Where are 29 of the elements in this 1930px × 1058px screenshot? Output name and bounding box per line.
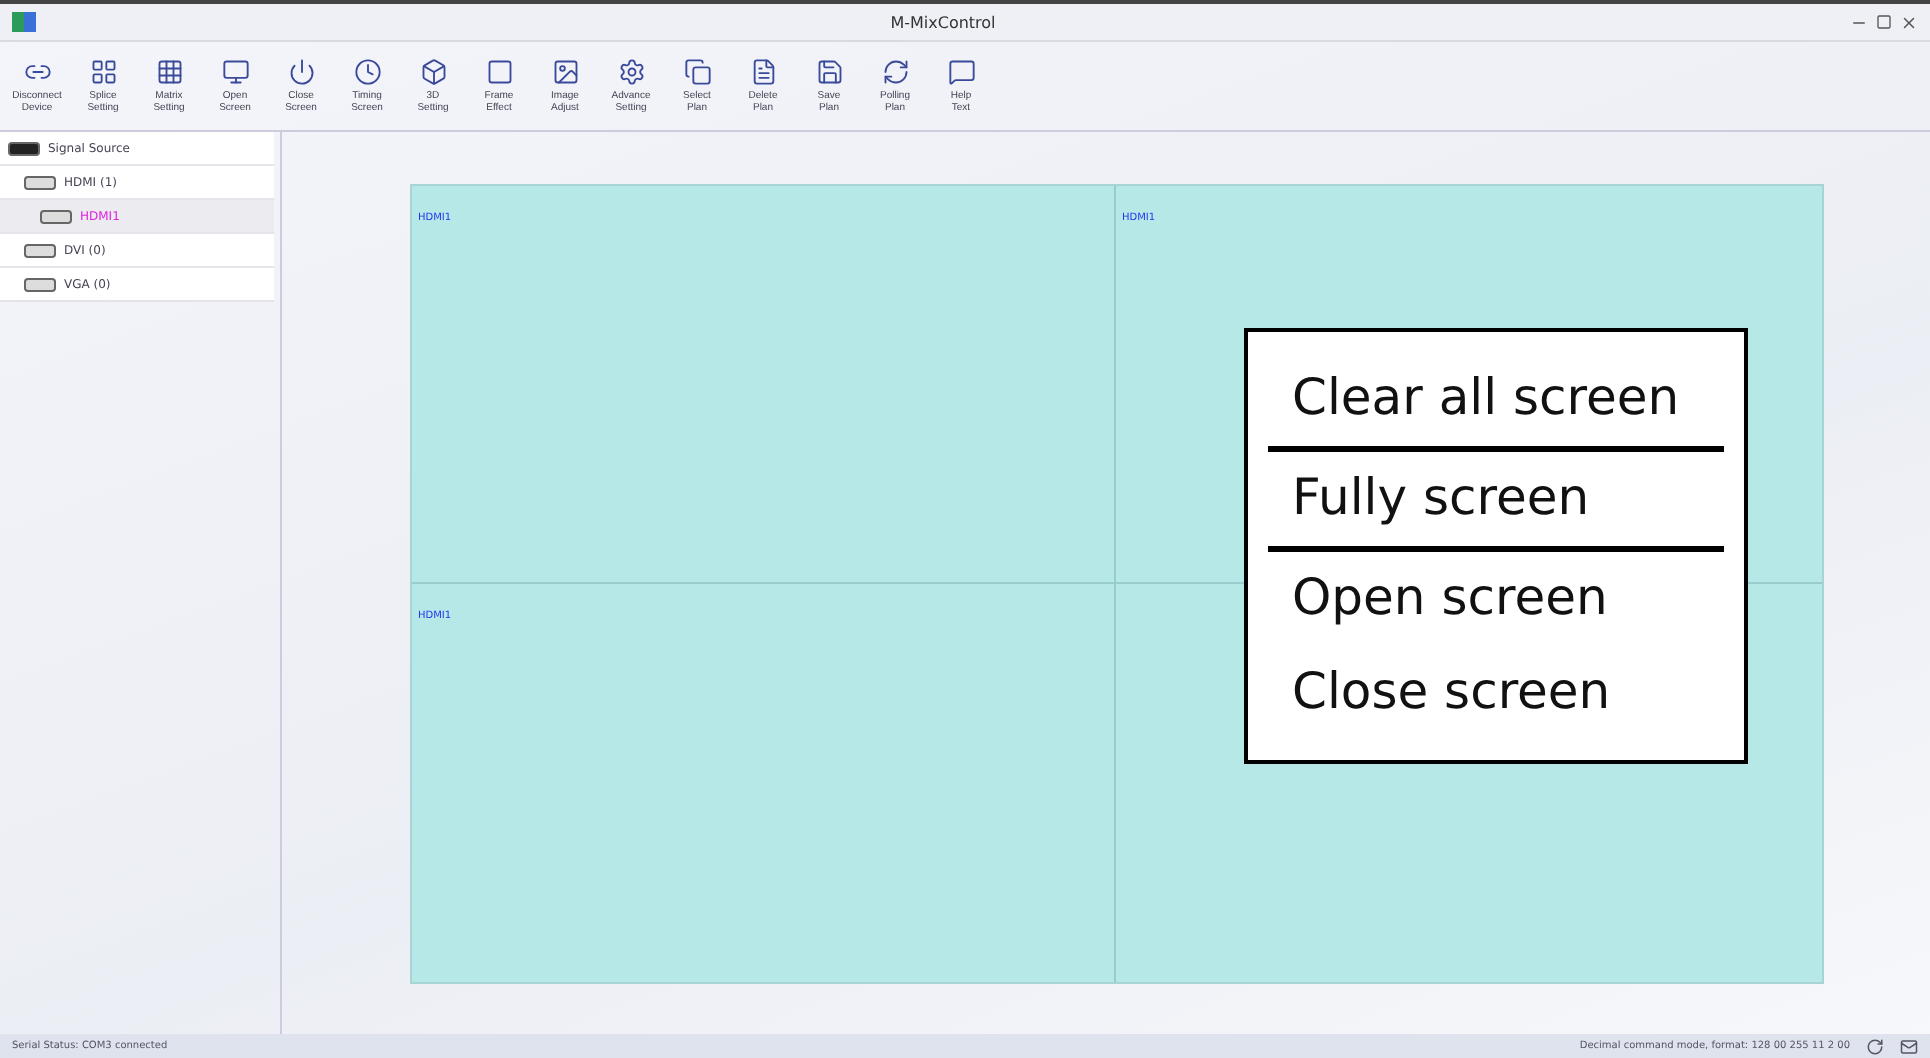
message-icon [947, 58, 975, 86]
menu-item[interactable]: Open screen [1268, 552, 1724, 646]
mail-icon[interactable] [1900, 1037, 1918, 1055]
menu-item[interactable]: Close screen [1268, 646, 1724, 740]
save-icon [815, 58, 843, 86]
power-icon [287, 58, 315, 86]
monitor-icon [221, 58, 249, 86]
port-icon [24, 277, 56, 291]
port-icon [24, 175, 56, 189]
cube-icon [419, 58, 447, 86]
menu-item[interactable]: Fully screen [1268, 452, 1724, 552]
port-icon [8, 141, 40, 155]
refresh-icon[interactable] [1866, 1037, 1884, 1055]
file-icon [749, 58, 777, 86]
copy-icon [683, 58, 711, 86]
gear-icon [617, 58, 645, 86]
image-icon [551, 58, 579, 86]
window-title: M-MixControl [888, 13, 998, 31]
close-icon[interactable] [1900, 13, 1918, 31]
grid-icon [155, 58, 183, 86]
menu-item[interactable]: Clear all screen [1268, 352, 1724, 452]
clock-icon [353, 58, 381, 86]
square-icon [485, 58, 513, 86]
maximize-icon[interactable] [1876, 14, 1892, 30]
refresh-icon [881, 58, 909, 86]
app-logo [12, 12, 36, 32]
port-icon [40, 209, 72, 223]
port-icon [24, 243, 56, 257]
grid-icon [89, 58, 117, 86]
